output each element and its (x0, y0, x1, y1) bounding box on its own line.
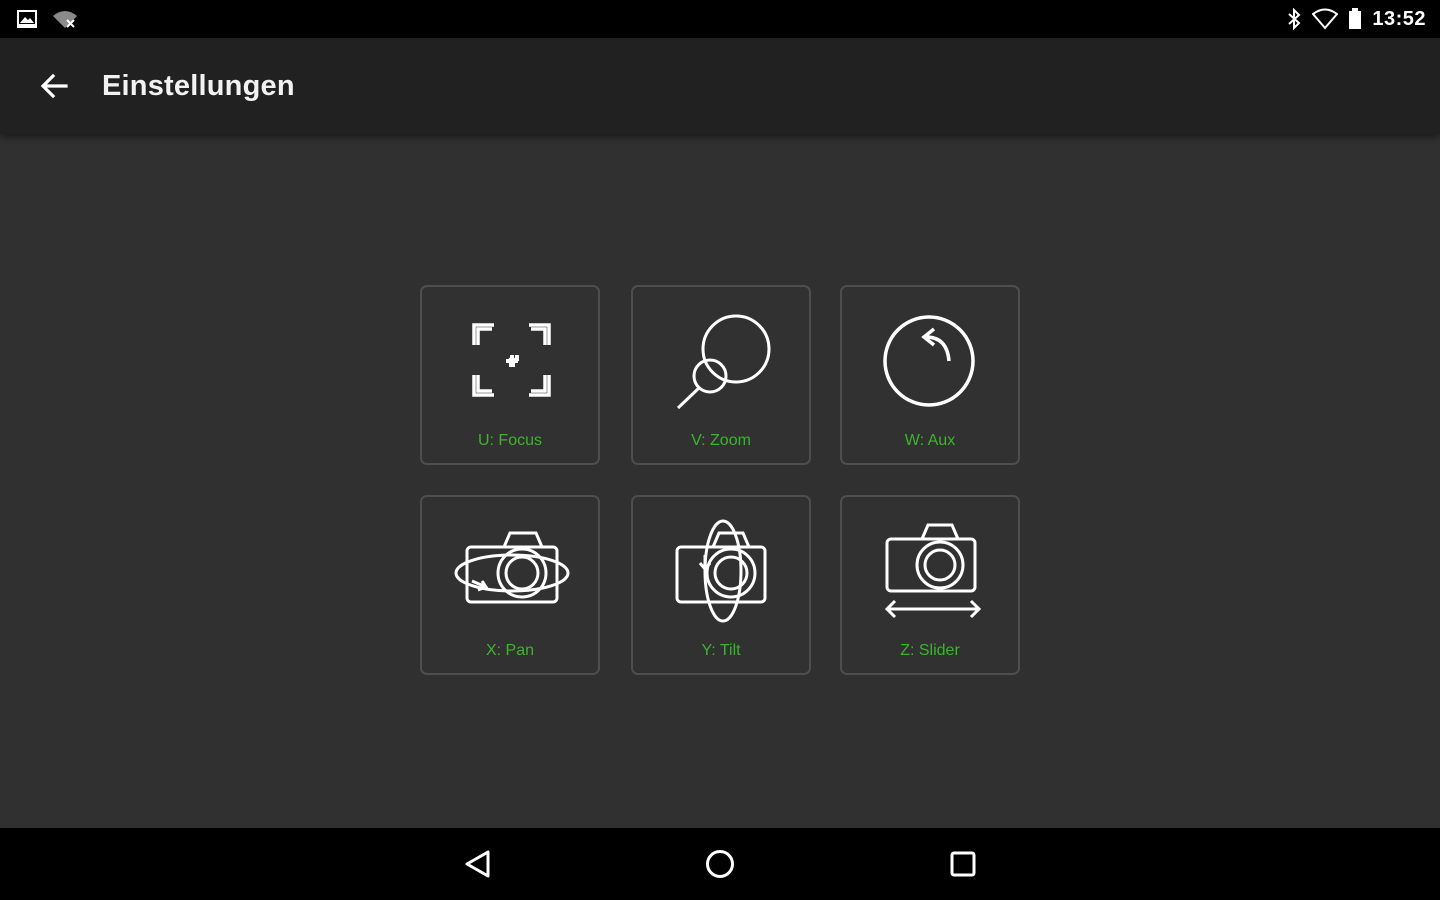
tile-focus[interactable]: U: Focus (420, 285, 600, 465)
arrow-back-icon (40, 73, 68, 99)
tile-label: V: Zoom (691, 432, 751, 449)
tile-slider[interactable]: Z: Slider (840, 495, 1020, 675)
tile-tilt[interactable]: Y: Tilt (631, 495, 811, 675)
camera-slider-icon (884, 523, 982, 619)
status-bar: 13:52 (0, 0, 1440, 38)
wifi-off-icon (52, 9, 78, 29)
nav-back-button[interactable] (448, 836, 508, 892)
tile-label: U: Focus (477, 432, 542, 449)
nav-recents-icon (950, 851, 976, 877)
nav-home-icon (706, 850, 734, 878)
image-notification-icon (16, 9, 38, 29)
status-right-icons: 13:52 (1286, 8, 1426, 31)
tile-label: Y: Tilt (701, 642, 741, 659)
bluetooth-icon (1286, 8, 1302, 30)
status-time: 13:52 (1372, 7, 1426, 30)
battery-icon (1348, 8, 1362, 30)
tile-aux[interactable]: W: Aux (840, 285, 1020, 465)
status-left-icons (16, 9, 78, 29)
camera-pan-icon (454, 531, 570, 604)
app-bar: Einstellungen (0, 38, 1440, 134)
camera-tilt-icon (675, 519, 767, 623)
tile-label: Z: Slider (900, 642, 960, 659)
nav-home-button[interactable] (690, 836, 750, 892)
tile-label: W: Aux (904, 432, 956, 449)
tile-label: X: Pan (485, 642, 535, 659)
nav-recents-button[interactable] (933, 836, 993, 892)
page-title: Einstellungen (102, 69, 295, 102)
axis-tile-grid: U: Focus V: Zoom W: Aux X: Pan Y: Tilt Z… (420, 285, 1022, 677)
rotate-left-icon (883, 315, 975, 407)
tile-pan[interactable]: X: Pan (420, 495, 600, 675)
focus-icon (472, 323, 551, 397)
wifi-signal-icon (1312, 8, 1339, 30)
back-button[interactable] (26, 58, 82, 114)
zoom-icon (676, 314, 771, 410)
system-nav-bar (0, 828, 1440, 900)
nav-back-icon (465, 850, 490, 878)
tile-zoom[interactable]: V: Zoom (631, 285, 811, 465)
